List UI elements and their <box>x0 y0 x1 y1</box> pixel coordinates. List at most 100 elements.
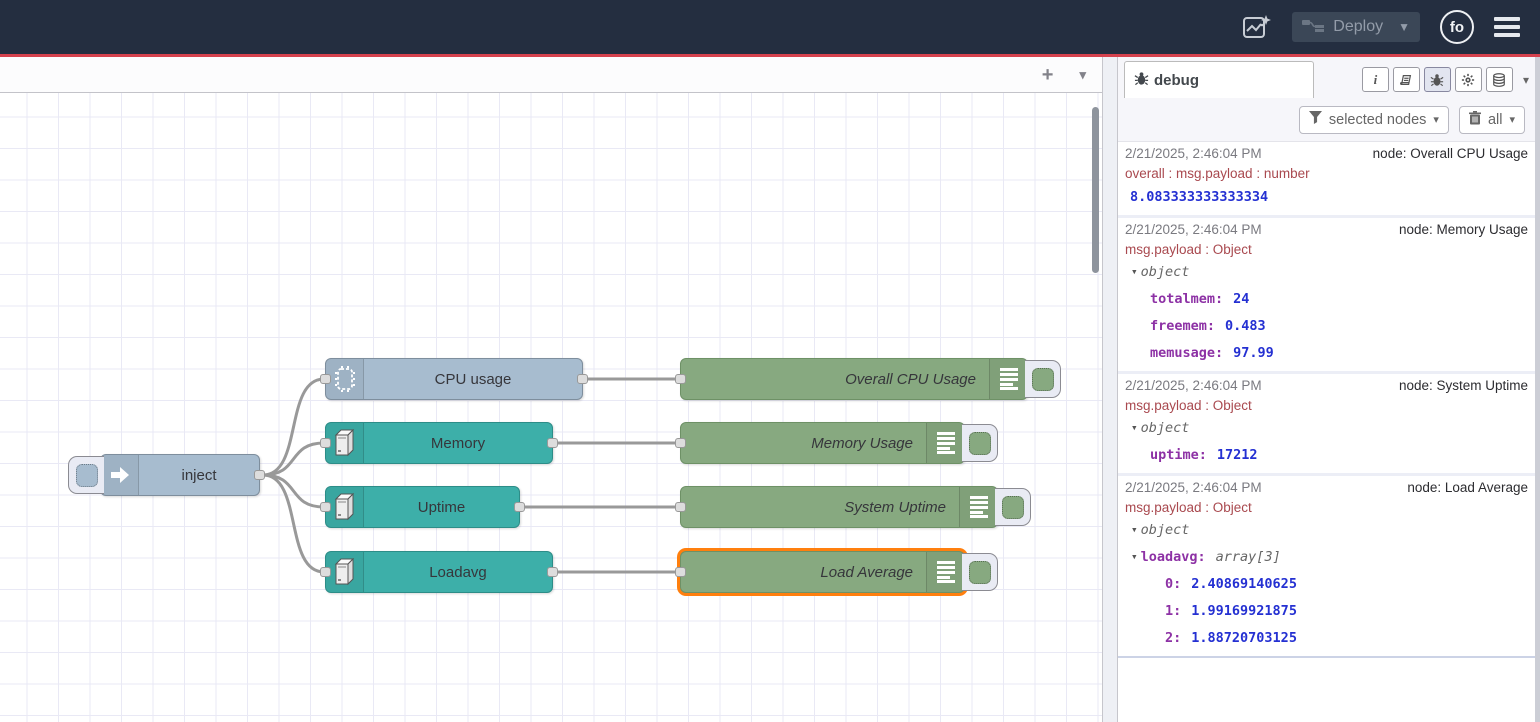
node-loadavg[interactable]: Loadavg <box>325 551 553 593</box>
deploy-button[interactable]: Deploy ▼ <box>1292 12 1420 42</box>
bug-icon <box>1134 71 1149 90</box>
node-debug-system-uptime[interactable]: System Uptime <box>680 486 998 528</box>
clear-messages-button[interactable]: all ▾ <box>1459 106 1525 134</box>
message-property-path: overall : msg.payload : number <box>1125 164 1528 183</box>
output-port[interactable] <box>547 567 558 577</box>
workspace-tab-bar: + ▾ <box>0 57 1102 93</box>
tree-caret-icon: ▾ <box>1131 415 1138 441</box>
funnel-icon <box>1309 111 1322 128</box>
message-property-path: msg.payload : Object <box>1125 498 1528 517</box>
deploy-label: Deploy <box>1333 18 1383 36</box>
flow-list-button[interactable]: ▾ <box>1079 68 1086 81</box>
context-data-tab-button[interactable] <box>1486 67 1513 92</box>
node-label: Loadavg <box>364 552 552 592</box>
node-label: System Uptime <box>681 487 959 527</box>
user-avatar[interactable]: fo <box>1440 10 1474 44</box>
input-port[interactable] <box>675 567 686 577</box>
message-timestamp: 2/21/2025, 2:46:04 PM <box>1125 220 1262 240</box>
debug-console-icon <box>959 487 997 527</box>
config-nodes-tab-button[interactable] <box>1455 67 1482 92</box>
tab-debug[interactable]: debug <box>1124 61 1314 98</box>
message-source-node: node: Overall CPU Usage <box>1373 144 1528 164</box>
chevron-down-icon: ▾ <box>1433 113 1439 126</box>
debug-toggle-button[interactable] <box>962 424 998 462</box>
server-icon <box>326 552 364 592</box>
sidebar-options-caret-icon[interactable]: ▾ <box>1523 73 1529 87</box>
debug-toggle-button[interactable] <box>1025 360 1061 398</box>
input-port[interactable] <box>320 374 331 384</box>
node-memory[interactable]: Memory <box>325 422 553 464</box>
main-menu-icon[interactable] <box>1494 17 1520 37</box>
node-debug-overall-cpu[interactable]: Overall CPU Usage <box>680 358 1028 400</box>
debug-message[interactable]: 2/21/2025, 2:46:04 PM node: System Uptim… <box>1118 374 1535 476</box>
debug-message[interactable]: 2/21/2025, 2:46:04 PM node: Load Average… <box>1118 476 1535 658</box>
input-port[interactable] <box>675 438 686 448</box>
filter-nodes-button[interactable]: selected nodes ▾ <box>1299 106 1449 134</box>
debug-message-list[interactable]: 2/21/2025, 2:46:04 PM node: Overall CPU … <box>1118 142 1535 722</box>
array-item: 11.99169921875 <box>1125 598 1528 625</box>
output-port[interactable] <box>577 374 588 384</box>
input-port[interactable] <box>675 502 686 512</box>
output-port[interactable] <box>547 438 558 448</box>
sidebar-tab-bar: debug i ▾ <box>1118 57 1535 98</box>
message-timestamp: 2/21/2025, 2:46:04 PM <box>1125 144 1262 164</box>
flow-workspace: + ▾ inject <box>0 57 1103 722</box>
output-port[interactable] <box>514 502 525 512</box>
debug-message[interactable]: 2/21/2025, 2:46:04 PM node: Overall CPU … <box>1118 142 1535 218</box>
message-value: 8.083333333333334 <box>1125 183 1528 211</box>
node-label: inject <box>139 455 259 495</box>
node-inject[interactable]: inject <box>100 454 260 496</box>
debug-tab-button[interactable] <box>1424 67 1451 92</box>
tree-caret-icon: ▾ <box>1131 259 1138 285</box>
node-uptime[interactable]: Uptime <box>325 486 520 528</box>
object-expander[interactable]: ▾object <box>1125 517 1528 544</box>
array-item: 02.40869140625 <box>1125 571 1528 598</box>
input-port[interactable] <box>320 502 331 512</box>
node-label: Memory <box>364 423 552 463</box>
tree-caret-icon: ▾ <box>1131 543 1138 570</box>
deploy-options-caret-icon[interactable]: ▼ <box>1398 20 1410 34</box>
node-debug-memory-usage[interactable]: Memory Usage <box>680 422 965 464</box>
message-timestamp: 2/21/2025, 2:46:04 PM <box>1125 376 1262 396</box>
chevron-down-icon: ▾ <box>1509 113 1515 126</box>
message-property-path: msg.payload : Object <box>1125 396 1528 415</box>
input-port[interactable] <box>320 567 331 577</box>
message-source-node: node: Load Average <box>1407 478 1528 498</box>
object-expander[interactable]: ▾object <box>1125 259 1528 286</box>
object-property: memusage97.99 <box>1125 340 1528 367</box>
node-debug-load-average[interactable]: Load Average <box>680 551 965 593</box>
message-timestamp: 2/21/2025, 2:46:04 PM <box>1125 478 1262 498</box>
debug-toggle-button[interactable] <box>995 488 1031 526</box>
server-icon <box>326 423 364 463</box>
flow-canvas[interactable]: inject CPU usage <box>0 93 1102 722</box>
input-port[interactable] <box>320 438 331 448</box>
add-flow-button[interactable]: + <box>1042 65 1054 85</box>
array-item: 21.88720703125 <box>1125 625 1528 652</box>
debug-filter-bar: selected nodes ▾ all ▾ <box>1118 98 1535 142</box>
debug-console-icon <box>989 359 1027 399</box>
panel-resize-handle[interactable] <box>1103 57 1118 722</box>
node-label: Overall CPU Usage <box>681 359 989 399</box>
debug-console-icon <box>926 552 964 592</box>
message-source-node: node: Memory Usage <box>1399 220 1528 240</box>
node-label: Load Average <box>681 552 926 592</box>
header-bar: Deploy ▼ fo <box>0 0 1540 54</box>
inject-button[interactable] <box>68 456 104 494</box>
tab-debug-label: debug <box>1154 72 1199 89</box>
wires <box>0 93 1102 722</box>
flow-preview-icon[interactable] <box>1242 13 1272 41</box>
node-cpu-usage[interactable]: CPU usage <box>325 358 583 400</box>
info-tab-button[interactable]: i <box>1362 67 1389 92</box>
help-tab-button[interactable] <box>1393 67 1420 92</box>
array-expander[interactable]: ▾loadavgarray[3] <box>1125 544 1528 571</box>
object-property: totalmem24 <box>1125 286 1528 313</box>
object-expander[interactable]: ▾object <box>1125 415 1528 442</box>
deploy-icon <box>1302 18 1324 37</box>
output-port[interactable] <box>254 470 265 480</box>
trash-icon <box>1469 111 1481 129</box>
debug-message[interactable]: 2/21/2025, 2:46:04 PM node: Memory Usage… <box>1118 218 1535 374</box>
input-port[interactable] <box>675 374 686 384</box>
node-label: Uptime <box>364 487 519 527</box>
debug-toggle-button[interactable] <box>962 553 998 591</box>
object-property: uptime17212 <box>1125 442 1528 469</box>
